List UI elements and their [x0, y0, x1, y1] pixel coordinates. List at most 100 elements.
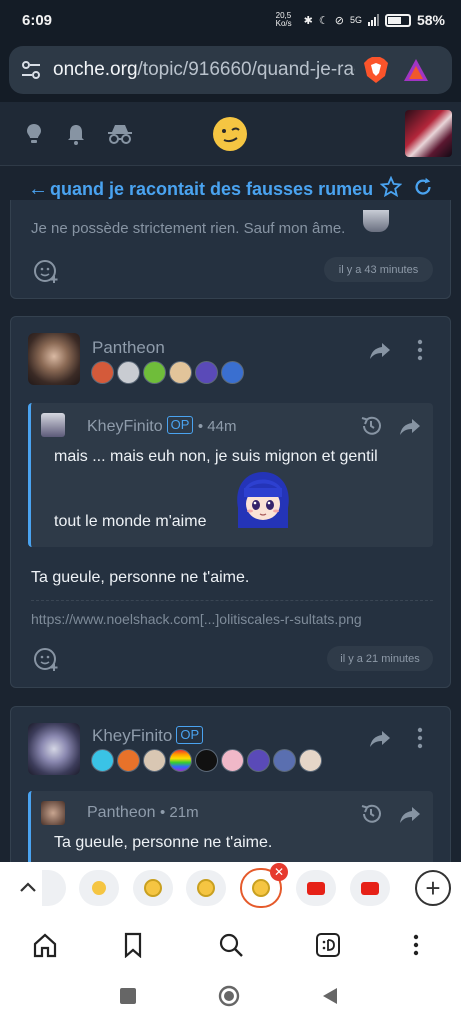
- op-badge: OP: [166, 416, 194, 434]
- battery-level: 58%: [416, 12, 445, 28]
- network-type: 5G: [349, 15, 362, 25]
- op-badge: OP: [176, 726, 204, 744]
- post-card: Je ne possède strictement rien. Sauf mon…: [10, 200, 451, 299]
- badge-icon: [195, 749, 218, 772]
- battery-icon: [384, 13, 411, 27]
- post-timestamp: il y a 21 minutes: [327, 646, 433, 671]
- status-icons: 20,5 Ko/s ✱ ☾ ⊘ 5G 58%: [275, 11, 445, 29]
- badge-icon: [169, 749, 192, 772]
- site-settings-icon[interactable]: [19, 58, 43, 82]
- onche-logo-icon[interactable]: [212, 116, 248, 152]
- bluetooth-icon: ✱: [303, 14, 313, 27]
- badge-icon: [273, 749, 296, 772]
- badge-icon: [117, 361, 140, 384]
- bookmark-icon[interactable]: [120, 932, 146, 958]
- quote-text: Ta gueule, personne ne t'aime.: [54, 834, 273, 851]
- home-icon[interactable]: [32, 932, 58, 958]
- post-link[interactable]: https://www.noelshack.com[...]olitiscale…: [31, 611, 362, 627]
- more-menu-icon[interactable]: [403, 932, 429, 958]
- back-triangle-icon[interactable]: [320, 986, 340, 1006]
- quote-author-avatar[interactable]: [41, 801, 65, 825]
- youtube-icon: [361, 881, 379, 895]
- network-speed: 20,5 Ko/s: [275, 11, 292, 28]
- brave-shields-icon[interactable]: [363, 56, 389, 84]
- badge-icon: [221, 361, 244, 384]
- author-badges: [91, 361, 244, 384]
- home-circle-icon[interactable]: [218, 985, 240, 1007]
- sticker-image: [363, 210, 389, 232]
- badge-icon: [143, 749, 166, 772]
- share-icon[interactable]: [399, 415, 421, 437]
- share-icon[interactable]: [369, 339, 391, 361]
- brave-rewards-icon[interactable]: [403, 58, 429, 82]
- tab-favicon-icon: [92, 881, 106, 895]
- quote-text: mais ... mais euh non, je suis mignon et…: [54, 448, 378, 465]
- recents-icon[interactable]: [118, 986, 138, 1006]
- history-icon[interactable]: [360, 415, 382, 437]
- lightbulb-icon[interactable]: [22, 122, 46, 146]
- badge-icon: [299, 749, 322, 772]
- chevron-up-icon[interactable]: [16, 876, 40, 900]
- refresh-icon[interactable]: [412, 176, 434, 198]
- more-options-icon[interactable]: [409, 339, 431, 361]
- author-name[interactable]: KheyFinito OP: [92, 726, 204, 746]
- user-avatar[interactable]: [405, 110, 452, 157]
- more-options-icon[interactable]: [409, 727, 431, 749]
- tab-thumbnail[interactable]: [133, 870, 173, 906]
- badge-icon: [195, 361, 218, 384]
- sticker-image: [237, 472, 289, 528]
- incognito-icon[interactable]: [106, 122, 134, 146]
- add-reaction-icon[interactable]: [33, 646, 59, 672]
- star-icon[interactable]: [380, 176, 402, 198]
- author-name[interactable]: Pantheon: [92, 338, 165, 358]
- post-text: Je ne possède strictement rien. Sauf mon…: [31, 220, 346, 237]
- quote-author-avatar[interactable]: [41, 413, 65, 437]
- share-icon[interactable]: [399, 803, 421, 825]
- badge-icon: [91, 749, 114, 772]
- quote-author-name[interactable]: KheyFinito OP • 44m: [87, 416, 236, 436]
- badge-icon: [143, 361, 166, 384]
- quote-text: tout le monde m'aime: [54, 513, 207, 530]
- status-time: 6:09: [22, 11, 53, 29]
- bell-icon[interactable]: [64, 122, 88, 146]
- quote-author-name[interactable]: Pantheon • 21m: [87, 804, 199, 822]
- tab-thumbnail[interactable]: [42, 870, 66, 906]
- tab-favicon-icon: [144, 879, 162, 897]
- system-nav-bar: [0, 974, 461, 1024]
- share-icon[interactable]: [369, 727, 391, 749]
- new-tab-button[interactable]: +: [415, 870, 451, 906]
- post-card: KheyFinito OP Pantheon • 21m Ta gueule, p…: [10, 706, 451, 881]
- browser-toolbar: onche.org/topic/916660/quand-je-raco: [0, 40, 461, 102]
- author-avatar[interactable]: [28, 333, 80, 385]
- tabs-count-icon[interactable]: [315, 932, 341, 958]
- youtube-icon: [307, 881, 325, 895]
- badge-icon: [117, 749, 140, 772]
- quote-time: • 44m: [197, 418, 237, 435]
- tab-thumbnail[interactable]: [79, 870, 119, 906]
- add-reaction-icon[interactable]: [33, 258, 59, 284]
- post-timestamp: il y a 43 minutes: [324, 257, 433, 282]
- moon-icon: ☾: [318, 14, 329, 27]
- tab-thumbnail[interactable]: [350, 870, 390, 906]
- url-text[interactable]: onche.org/topic/916660/quand-je-raco: [53, 59, 355, 81]
- tab-favicon-icon: [252, 879, 270, 897]
- badge-icon: [247, 749, 270, 772]
- author-badges: [91, 749, 322, 772]
- tab-thumbnail[interactable]: [296, 870, 336, 906]
- back-arrow-icon[interactable]: ←: [28, 178, 50, 201]
- badge-icon: [169, 361, 192, 384]
- browser-nav-bar: [0, 914, 461, 974]
- tab-thumbnail[interactable]: [186, 870, 226, 906]
- quote-time: • 21m: [159, 804, 199, 821]
- topic-title[interactable]: quand je racontait des fausses rumeurs s: [50, 179, 372, 200]
- status-bar: 6:09 20,5 Ko/s ✱ ☾ ⊘ 5G 58%: [0, 0, 461, 40]
- badge-icon: [221, 749, 244, 772]
- tab-thumbnail-active[interactable]: ✕: [240, 863, 288, 908]
- close-tab-icon[interactable]: ✕: [270, 863, 288, 881]
- author-avatar[interactable]: [28, 723, 80, 775]
- history-icon[interactable]: [360, 803, 382, 825]
- post-text: Ta gueule, personne ne t'aime.: [31, 569, 250, 586]
- divider: [31, 600, 433, 601]
- address-bar[interactable]: onche.org/topic/916660/quand-je-raco: [9, 46, 452, 94]
- search-icon[interactable]: [218, 932, 244, 958]
